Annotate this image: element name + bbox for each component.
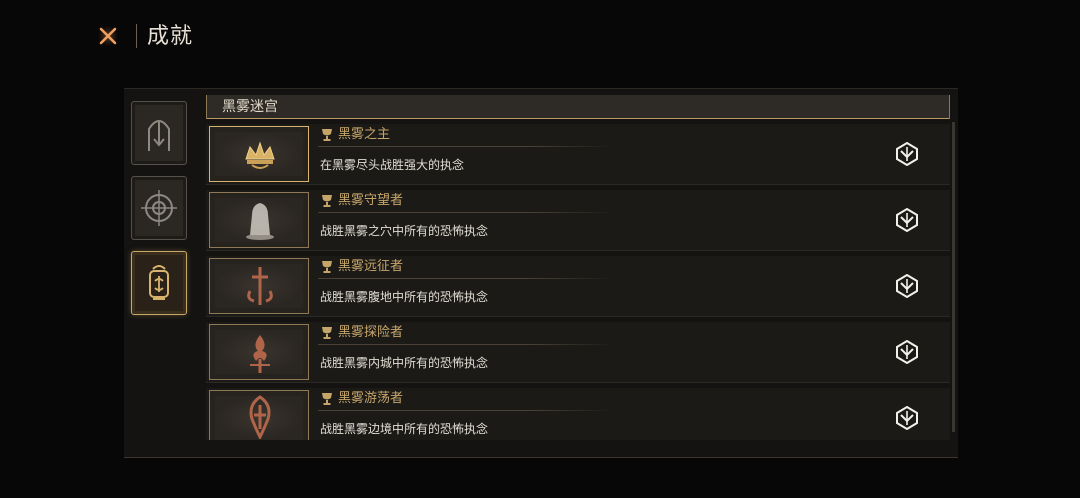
close-icon (98, 26, 118, 46)
flame-emblem-icon (250, 335, 270, 373)
category-tab-3[interactable] (131, 251, 187, 315)
crown-icon (245, 141, 275, 169)
achievement-thumbnail (209, 390, 309, 440)
sword-emblem-icon (247, 267, 273, 305)
divider (318, 344, 616, 345)
achievement-row[interactable]: 黑雾探险者 战胜黑雾内城中所有的恐怖执念 (206, 322, 950, 383)
achievement-thumbnail (209, 192, 309, 248)
achievement-thumbnail (209, 258, 309, 314)
divider (318, 410, 616, 411)
achievement-description: 战胜黑雾之穴中所有的恐怖执念 (320, 224, 489, 238)
achievement-list[interactable]: 黑雾之主 在黑雾尽头战胜强大的执念 黑雾守望者 战胜黑雾之穴中所有的恐怖执念 黑… (206, 124, 950, 440)
claim-reward-icon[interactable] (896, 274, 918, 298)
achievement-row[interactable]: 黑雾之主 在黑雾尽头战胜强大的执念 (206, 124, 950, 185)
lantern-emblem-icon (149, 265, 169, 300)
hooded-figure-icon (246, 203, 274, 240)
achievement-name: 黑雾游荡者 (338, 391, 404, 406)
top-bar: 成就 (0, 0, 1080, 80)
category-header: 黑雾迷宫 (206, 95, 950, 119)
trophy-icon (322, 195, 332, 207)
scrollbar[interactable] (952, 122, 955, 432)
achievement-name: 黑雾之主 (338, 127, 391, 142)
achievement-description: 在黑雾尽头战胜强大的执念 (320, 158, 465, 172)
trophy-icon (322, 393, 332, 405)
achievement-name: 黑雾探险者 (338, 325, 404, 340)
claim-reward-icon[interactable] (896, 208, 918, 232)
rune-emblem-icon (249, 395, 271, 439)
achievement-row[interactable]: 黑雾守望者 战胜黑雾之穴中所有的恐怖执念 (206, 190, 950, 251)
claim-reward-icon[interactable] (896, 142, 918, 166)
title-divider (136, 24, 137, 48)
achievement-description: 战胜黑雾边境中所有的恐怖执念 (320, 422, 489, 436)
achievement-description: 战胜黑雾内城中所有的恐怖执念 (320, 356, 489, 370)
achievement-row[interactable]: 黑雾远征者 战胜黑雾腹地中所有的恐怖执念 (206, 256, 950, 317)
achievement-row[interactable]: 黑雾游荡者 战胜黑雾边境中所有的恐怖执念 (206, 388, 950, 440)
trophy-icon (322, 261, 332, 273)
trophy-icon (322, 129, 332, 141)
category-tab-1[interactable] (131, 101, 187, 165)
achievement-thumbnail (209, 126, 309, 182)
claim-reward-icon[interactable] (896, 340, 918, 364)
arch-emblem-icon (148, 120, 170, 151)
divider (318, 146, 616, 147)
achievement-description: 战胜黑雾腹地中所有的恐怖执念 (320, 290, 489, 304)
achievement-thumbnail (209, 324, 309, 380)
close-button[interactable] (94, 22, 122, 50)
compass-emblem-icon (141, 190, 177, 226)
divider (318, 278, 616, 279)
category-label: 黑雾迷宫 (222, 99, 278, 115)
achievement-name: 黑雾远征者 (338, 259, 404, 274)
achievement-name: 黑雾守望者 (338, 193, 404, 208)
trophy-icon (322, 327, 332, 339)
claim-reward-icon[interactable] (896, 406, 918, 430)
category-tab-2[interactable] (131, 176, 187, 240)
page-title: 成就 (147, 24, 194, 49)
divider (318, 212, 616, 213)
